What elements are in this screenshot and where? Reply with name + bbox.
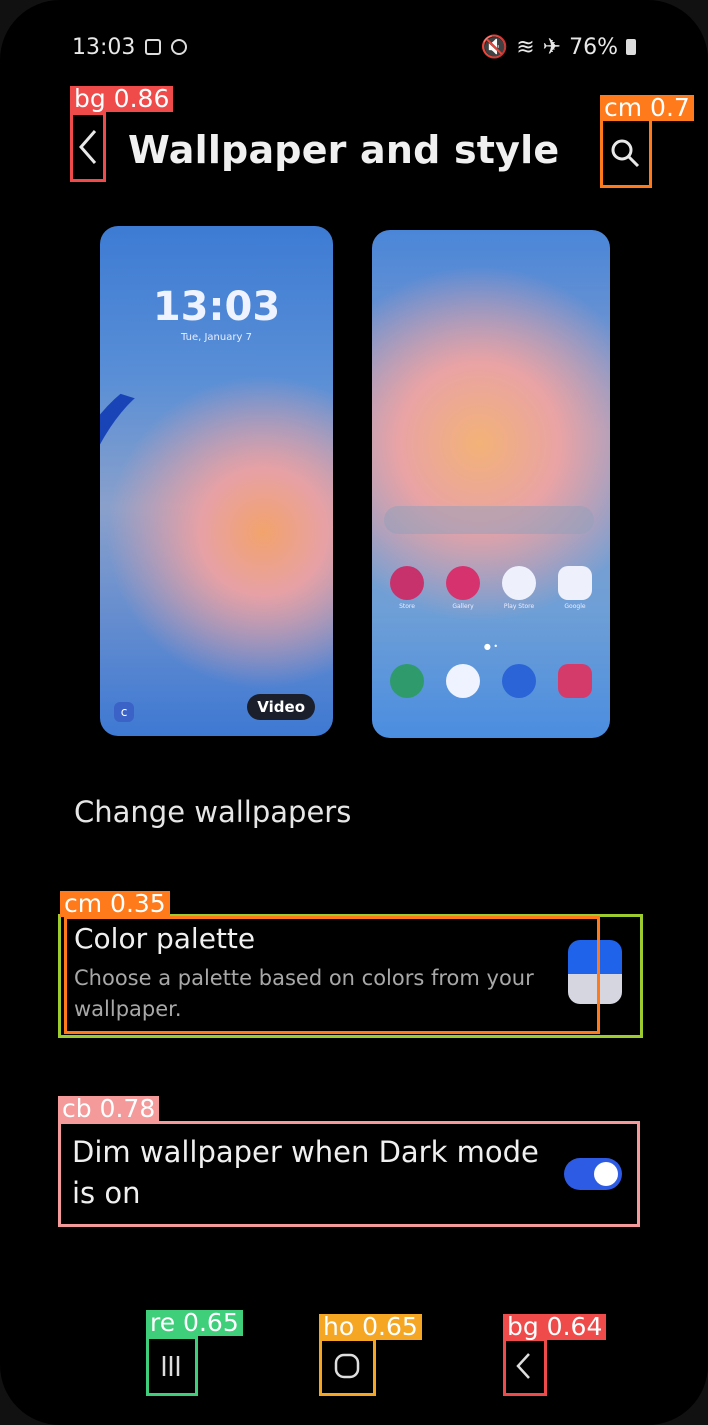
internet-app-icon <box>502 664 536 698</box>
store-label: Store <box>399 603 415 610</box>
detection-label-home: ho 0.65 <box>319 1314 422 1340</box>
phone-app-icon <box>390 664 424 698</box>
wifi-icon: ≋ <box>516 34 535 60</box>
detection-box-recents <box>146 1336 198 1396</box>
home-search-bar <box>384 506 594 534</box>
change-wallpapers-link[interactable]: Change wallpapers <box>74 795 351 829</box>
detection-box-search <box>600 118 652 188</box>
status-time: 13:03 <box>72 34 136 60</box>
detection-label-back: bg 0.86 <box>70 86 174 112</box>
page-indicator: ● • <box>483 642 499 651</box>
page-title: Wallpaper and style <box>128 128 560 172</box>
detection-label-dim-toggle: cb 0.78 <box>58 1096 160 1122</box>
video-badge: Video <box>247 694 315 720</box>
home-app-row: Store Gallery Play Store Google <box>388 566 594 610</box>
home-dock <box>390 664 592 698</box>
store-icon <box>390 566 424 600</box>
wallpaper-curve <box>100 366 333 736</box>
detection-box-home <box>319 1338 376 1396</box>
detection-box-dim-toggle <box>58 1121 640 1227</box>
status-bar: 13:03 🔇 ≋ ✈ 76% <box>72 30 636 64</box>
phone-screen: 13:03 🔇 ≋ ✈ 76% Wallpaper and style 13:0… <box>0 0 708 1425</box>
store-app: Store <box>388 566 426 610</box>
google-app: Google <box>556 566 594 610</box>
detection-label-color-palette: cm 0.35 <box>60 891 170 917</box>
airplane-icon: ✈ <box>542 34 562 60</box>
google-label: Google <box>564 603 586 610</box>
detection-box-back <box>70 112 106 182</box>
gallery-icon <box>446 566 480 600</box>
shortcut-icon: c <box>114 702 134 722</box>
battery-icon <box>626 39 636 55</box>
detection-box-color-palette <box>64 916 600 1034</box>
app-notification-icon <box>171 39 188 55</box>
detection-label-nav-back: bg 0.64 <box>503 1314 607 1340</box>
checkbox-notification-icon <box>145 39 162 55</box>
google-folder-icon <box>558 566 592 600</box>
messages-app-icon <box>446 664 480 698</box>
detection-label-search: cm 0.7 <box>600 95 694 121</box>
lock-screen-date: Tue, January 7 <box>181 332 252 343</box>
play-store-icon <box>502 566 536 600</box>
detection-box-nav-back <box>503 1338 547 1396</box>
lock-screen-preview[interactable]: 13:03 Tue, January 7 c Video <box>100 226 333 736</box>
gallery-app: Gallery <box>444 566 482 610</box>
camera-app-icon <box>558 664 592 698</box>
play-store-label: Play Store <box>503 603 535 610</box>
lock-screen-clock: 13:03 <box>152 284 281 330</box>
mute-icon: 🔇 <box>480 34 509 60</box>
play-store-app: Play Store <box>500 566 538 610</box>
detection-label-recents: re 0.65 <box>146 1310 243 1336</box>
gallery-label: Gallery <box>452 603 474 610</box>
battery-percent: 76% <box>569 34 618 60</box>
home-screen-preview[interactable]: Store Gallery Play Store Google ● • <box>372 230 610 738</box>
